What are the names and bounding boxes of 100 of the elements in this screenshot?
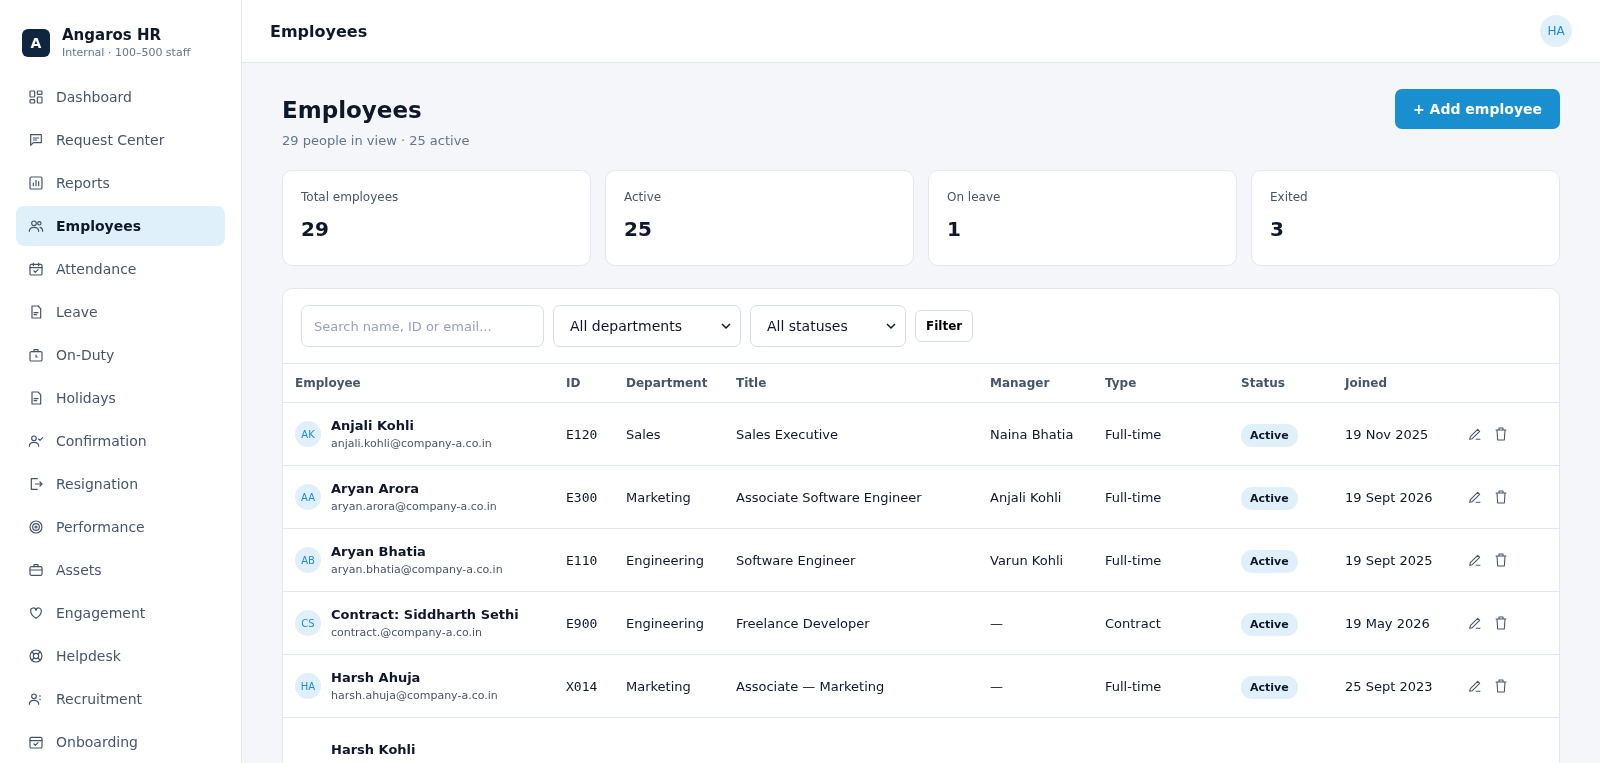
sidebar-item[interactable]: Employees [16,206,225,246]
table-cell-text: E120 [566,426,599,442]
delete-icon[interactable] [1493,489,1509,505]
table-cell-text: Naina Bhatia [990,426,1075,442]
sidebar-item[interactable]: Leave [16,292,225,332]
nav-icon [28,648,44,664]
table-cell-text: E900 [566,615,599,631]
delete-icon[interactable] [1493,678,1509,694]
nav-icon [28,261,44,277]
search-field[interactable]: Search name, ID or email... [301,305,544,347]
sidebar-item[interactable]: Dashboard [16,77,225,117]
delete-icon[interactable] [1493,426,1509,442]
sidebar-item[interactable]: Request Center [16,120,225,160]
table-cell-text: Contract [1105,615,1162,631]
column-header: Title [736,376,768,390]
column-header: Department [626,376,709,390]
sidebar-item[interactable]: Onboarding [16,722,225,762]
nav-icon [28,218,44,234]
avatar: AB [295,547,321,573]
nav-icon [28,89,44,105]
table-cell-text: Full-time [1105,552,1163,568]
nav-icon [28,605,44,621]
table-cell-text: 25 Sept 2023 [1345,678,1434,694]
nav-icon [28,691,44,707]
status-dropdown[interactable]: All statuses [750,305,906,347]
employee-name: Contract: Siddharth Sethi [331,607,519,622]
nav-icon [28,304,44,320]
sidebar-item[interactable]: Recruitment [16,679,225,719]
nav-icon [28,519,44,535]
app-subtitle: Internal · 100–500 staff [62,46,191,59]
add-employee-button[interactable]: + Add employee [1395,89,1560,129]
nav-icon [28,562,44,578]
table-cell-text: X014 [566,678,599,694]
employee-email: aryan.arora@company-a.co.in [331,500,497,513]
filter-button[interactable]: Filter [915,310,974,342]
nav-icon [28,175,44,191]
sidebar-item[interactable]: Helpdesk [16,636,225,676]
stat-value: 3 [1270,217,1285,241]
page-header-title: Employees [270,21,368,41]
avatar: AK [295,421,321,447]
column-header: Type [1105,376,1138,390]
edit-icon[interactable] [1467,489,1483,505]
sidebar-item[interactable]: Resignation [16,464,225,504]
edit-icon[interactable] [1467,615,1483,631]
employee-name: Aryan Bhatia [331,544,427,559]
employee-name: Aryan Arora [331,481,421,496]
edit-icon[interactable] [1467,426,1483,442]
stat-label: Active [624,190,663,204]
app-name: Angaros HR [62,26,163,44]
avatar: AA [295,484,321,510]
sidebar-item[interactable]: On-Duty [16,335,225,375]
employee-email: anjali.kohli@company-a.co.in [331,437,492,450]
status-badge: Active [1241,423,1298,447]
table-cell-text: Freelance Developer [736,615,871,631]
table-cell-text: Software Engineer [736,552,857,568]
column-header: Joined [1345,376,1389,390]
sidebar-item[interactable]: Confirmation [16,421,225,461]
table-cell-text: 19 Sept 2025 [1345,552,1434,568]
nav-icon [28,476,44,492]
page-title: Employees [282,97,423,123]
table-cell-text: 19 May 2026 [1345,615,1431,631]
table-cell-text: — [990,678,1004,694]
table-cell-text: 19 Nov 2025 [1345,426,1430,442]
table-cell-text: E110 [566,552,599,568]
stat-value: 29 [301,217,330,241]
table-cell-text: Varun Kohli [990,552,1065,568]
sidebar-item[interactable]: Performance [16,507,225,547]
edit-icon[interactable] [1467,552,1483,568]
avatar: HA [295,673,321,699]
table-cell-text: — [990,615,1004,631]
table-cell-text: Anjali Kohli [990,489,1063,505]
table-cell-text: Sales Executive [736,426,840,442]
status-badge: Active [1241,486,1298,510]
table-cell-text: Full-time [1105,489,1163,505]
sidebar-item[interactable]: Reports [16,163,225,203]
app-logo: A [22,28,50,57]
nav-icon [28,433,44,449]
column-header: Employee [295,376,362,390]
edit-icon[interactable] [1467,678,1483,694]
nav-icon [28,347,44,363]
avatar: CS [295,610,321,636]
sidebar-item[interactable]: Engagement [16,593,225,633]
employee-name: Harsh Kohli [331,741,416,757]
status-badge: Active [1241,549,1298,573]
table-cell-text: 19 Sept 2026 [1345,489,1434,505]
stat-label: On leave [947,190,1002,204]
department-dropdown[interactable]: All departments [553,305,741,347]
chevron-icon [885,320,897,332]
stat-label: Exited [1270,190,1309,204]
employee-name: Anjali Kohli [331,418,415,433]
sidebar-item[interactable]: Assets [16,550,225,590]
table-cell-text: Engineering [626,615,705,631]
employee-email: harsh.ahuja@company-a.co.in [331,689,498,702]
stat-value: 1 [947,217,962,241]
sidebar-item[interactable]: Holidays [16,378,225,418]
page-subtitle: 29 people in view · 25 active [282,133,470,148]
delete-icon[interactable] [1493,615,1509,631]
nav-icon [28,390,44,406]
delete-icon[interactable] [1493,552,1509,568]
sidebar-item[interactable]: Attendance [16,249,225,289]
